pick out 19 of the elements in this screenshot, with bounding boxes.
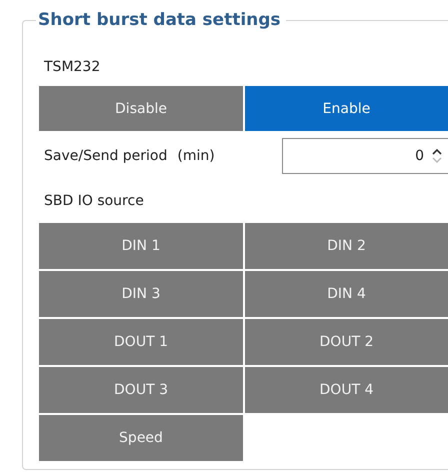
source-button[interactable]: DIN 3 (39, 271, 243, 317)
source-button[interactable]: Speed (39, 415, 243, 461)
field-label: Save/Send period (44, 147, 168, 166)
source-button[interactable]: DOUT 2 (245, 319, 448, 365)
source-button[interactable]: DIN 2 (245, 223, 448, 269)
source-button[interactable]: DIN 4 (245, 271, 448, 317)
source-button[interactable]: DOUT 1 (39, 319, 243, 365)
source-button[interactable]: DIN 1 (39, 223, 243, 269)
number-field[interactable]: 0 (282, 138, 448, 174)
source-button[interactable]: DOUT 4 (245, 367, 448, 413)
field-value: 0 (415, 148, 425, 164)
source-button[interactable]: DOUT 3 (39, 367, 243, 413)
toggle-button[interactable]: Disable (39, 86, 243, 131)
spinner-icon[interactable] (432, 148, 442, 164)
toggle-button[interactable]: Enable (245, 86, 448, 131)
field-label: SBD IO source (44, 192, 144, 211)
group-title: Short burst data settings (37, 9, 282, 31)
unit-label: (min) (177, 147, 215, 166)
field-label: TSM232 (44, 58, 100, 77)
